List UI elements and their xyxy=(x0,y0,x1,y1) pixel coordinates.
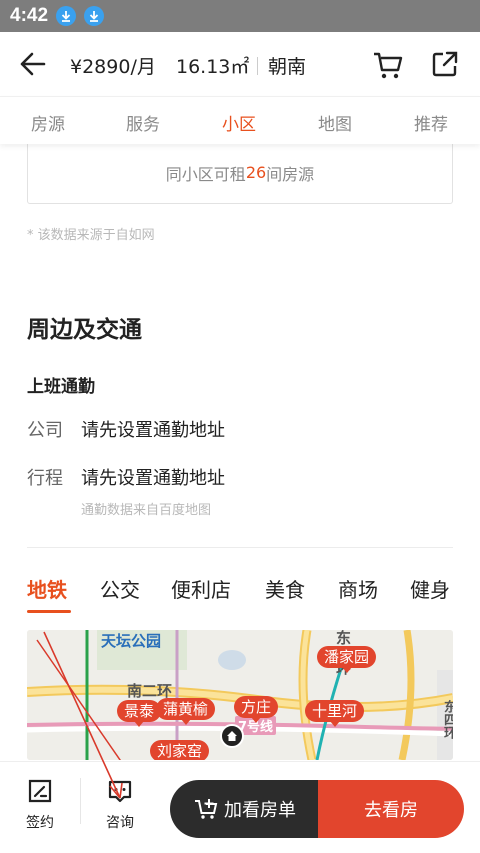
trip-value[interactable]: 请先设置通勤地址 xyxy=(81,464,225,490)
cart-add-icon xyxy=(195,799,218,819)
chat-icon xyxy=(108,780,132,803)
category-tab-subway[interactable]: 地铁 xyxy=(27,574,67,603)
tab-map[interactable]: 地图 xyxy=(318,110,352,135)
surroundings-map[interactable]: 天坛公园 南二环 东二环 东四环 7号线 潘家园 景泰 蒲黄榆 方庄 十里河 刘… xyxy=(27,630,453,760)
tab-listing[interactable]: 房源 xyxy=(31,110,65,135)
add-to-viewing-list-label: 加看房单 xyxy=(224,800,296,821)
category-tab-mall[interactable]: 商场 xyxy=(338,574,378,603)
go-viewing-button[interactable]: 去看房 xyxy=(318,780,464,838)
trip-label: 行程 xyxy=(27,468,63,489)
rentable-suffix: 间房源 xyxy=(266,164,315,184)
download-icon xyxy=(84,6,105,26)
category-tab-bus[interactable]: 公交 xyxy=(100,574,140,603)
title-divider xyxy=(257,57,258,75)
consult-button[interactable]: 咨询 xyxy=(90,778,150,832)
divider xyxy=(27,547,453,548)
category-tab-gym[interactable]: 健身 xyxy=(410,574,450,603)
bottom-divider xyxy=(80,778,81,824)
station-pin-fangzhuang[interactable]: 方庄 xyxy=(234,696,279,723)
title-orientation: 朝南 xyxy=(268,56,307,78)
tab-community[interactable]: 小区 xyxy=(222,110,256,135)
status-bar: 4:42 xyxy=(0,0,480,32)
map-label-park: 天坛公园 xyxy=(101,632,162,650)
section-tabs: 房源 服务 小区 地图 推荐 xyxy=(0,96,480,144)
consult-label: 咨询 xyxy=(106,815,134,831)
station-pin-puhuangyu[interactable]: 蒲黄榆 xyxy=(156,698,216,725)
home-marker-icon[interactable] xyxy=(220,724,244,748)
rentable-prefix: 同小区可租 xyxy=(165,164,246,184)
commute-title: 上班通勤 xyxy=(27,377,95,397)
title-bar: ¥2890/月 16.13㎡ 朝南 xyxy=(0,32,480,96)
category-tab-food[interactable]: 美食 xyxy=(265,574,305,603)
station-pin-jingtai[interactable]: 景泰 xyxy=(117,700,162,727)
commute-source-note: 通勤数据来自百度地图 xyxy=(81,503,212,518)
company-label: 公司 xyxy=(27,420,63,441)
category-tab-convenience[interactable]: 便利店 xyxy=(171,574,231,603)
station-pin-shilihe[interactable]: 十里河 xyxy=(305,700,365,727)
sign-button[interactable]: 签约 xyxy=(10,778,70,832)
data-source-note: * 该数据来源于自如网 xyxy=(27,228,155,243)
add-to-viewing-list-button[interactable]: 加看房单 xyxy=(170,780,320,838)
sign-label: 签约 xyxy=(26,815,54,831)
download-icon xyxy=(56,6,77,26)
cart-icon[interactable] xyxy=(372,50,404,80)
rentable-count: 26 xyxy=(245,163,267,182)
share-icon[interactable] xyxy=(431,50,459,78)
surroundings-title: 周边及交通 xyxy=(27,317,142,343)
title-price: ¥2890/月 xyxy=(70,56,156,78)
same-community-rentable[interactable]: 同小区可租 26 间房源 xyxy=(27,142,453,204)
bottom-action-bar: 签约 咨询 加看房单 去看房 xyxy=(0,761,480,853)
company-value[interactable]: 请先设置通勤地址 xyxy=(81,416,225,442)
status-time: 4:42 xyxy=(10,5,49,26)
sign-contract-icon xyxy=(28,779,52,803)
active-tab-indicator xyxy=(27,610,71,613)
back-arrow-icon[interactable] xyxy=(18,51,46,77)
screen: 4:42 ¥2890/月 16.13㎡ 朝南 房源 服务 小区 地图 推荐 同小… xyxy=(0,0,480,853)
station-pin-liujiayao[interactable]: 刘家窑 xyxy=(150,740,210,760)
station-pin-panjiayuan[interactable]: 潘家园 xyxy=(317,646,377,673)
go-viewing-label: 去看房 xyxy=(364,800,418,821)
title-area: 16.13㎡ xyxy=(176,56,250,78)
tab-service[interactable]: 服务 xyxy=(126,110,160,135)
map-label-east-fourth-ring: 东四环 xyxy=(441,700,453,739)
tab-recommend[interactable]: 推荐 xyxy=(414,110,448,135)
